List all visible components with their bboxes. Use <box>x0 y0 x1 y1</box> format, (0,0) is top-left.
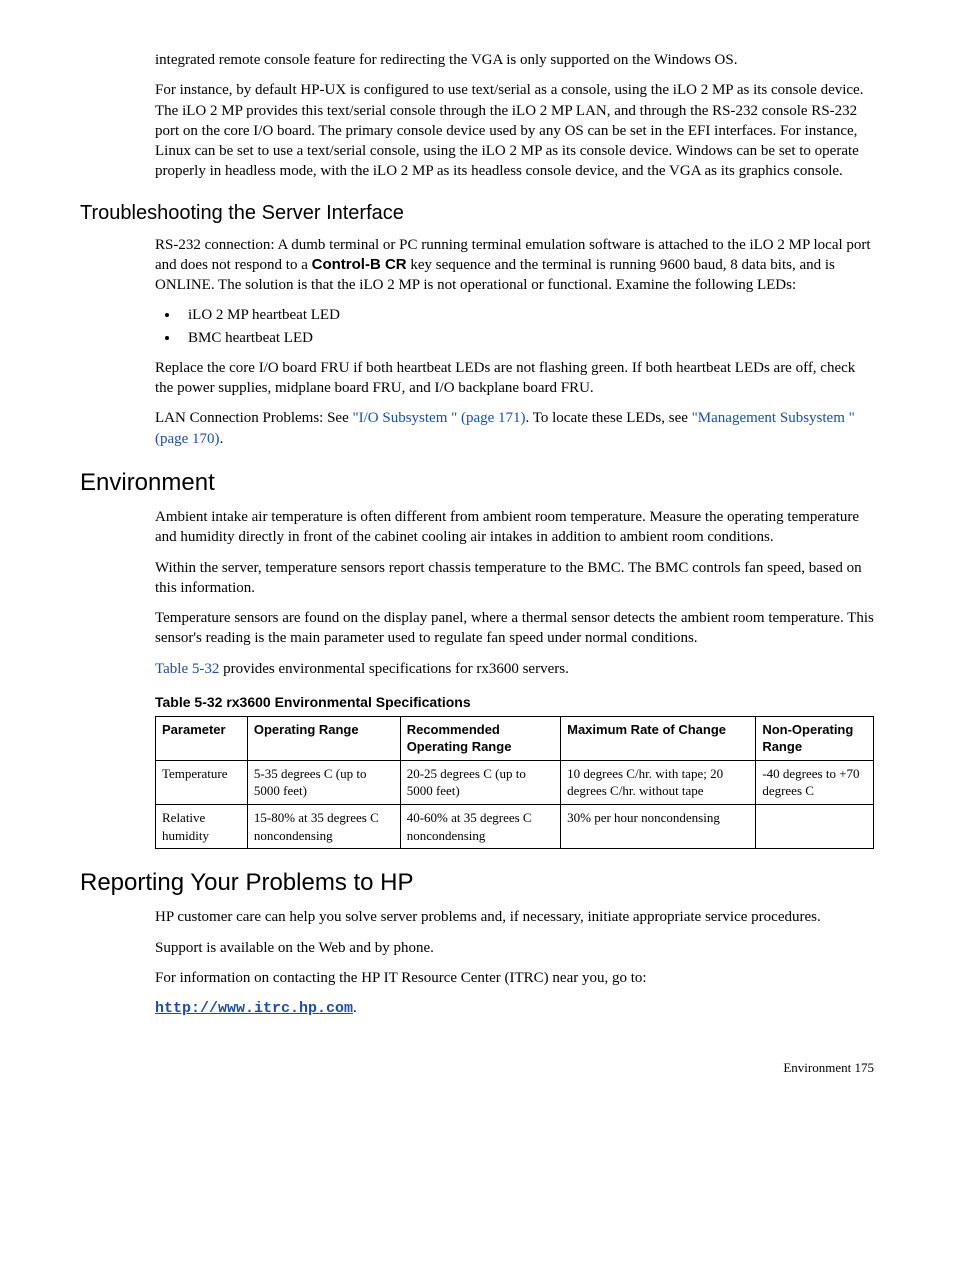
trouble-paragraph-1: RS-232 connection: A dumb terminal or PC… <box>155 235 874 296</box>
control-b-cr-bold: Control-B CR <box>312 256 407 273</box>
cell-max-rate: 30% per hour noncondensing <box>561 804 756 848</box>
table-row: Temperature 5-35 degrees C (up to 5000 f… <box>156 760 874 804</box>
th-operating-range: Operating Range <box>247 716 400 760</box>
env-paragraph-3: Temperature sensors are found on the dis… <box>155 608 874 649</box>
cell-max-rate: 10 degrees C/hr. with tape; 20 degrees C… <box>561 760 756 804</box>
th-non-operating-range: Non-Operating Range <box>756 716 874 760</box>
led-list: iLO 2 MP heartbeat LED BMC heartbeat LED <box>80 305 874 348</box>
cell-rec-range: 20-25 degrees C (up to 5000 feet) <box>400 760 560 804</box>
report-paragraph-2: Support is available on the Web and by p… <box>155 938 874 958</box>
page-footer: Environment 175 <box>80 1059 874 1077</box>
cell-op-range: 5-35 degrees C (up to 5000 feet) <box>247 760 400 804</box>
intro-paragraph-2: For instance, by default HP-UX is config… <box>155 80 874 181</box>
env-paragraph-2: Within the server, temperature sensors r… <box>155 558 874 599</box>
trouble-paragraph-3: LAN Connection Problems: See "I/O Subsys… <box>155 408 874 449</box>
list-item: BMC heartbeat LED <box>180 328 874 348</box>
th-recommended-range: Recommended Operating Range <box>400 716 560 760</box>
table-caption: Table 5-32 rx3600 Environmental Specific… <box>155 693 874 712</box>
report-link-line: http://www.itrc.hp.com. <box>155 998 874 1019</box>
heading-environment: Environment <box>80 467 874 499</box>
table-header-row: Parameter Operating Range Recommended Op… <box>156 716 874 760</box>
cell-param: Relative humidity <box>156 804 248 848</box>
env-spec-table: Parameter Operating Range Recommended Op… <box>155 716 874 849</box>
list-item: iLO 2 MP heartbeat LED <box>180 305 874 325</box>
table-row: Relative humidity 15-80% at 35 degrees C… <box>156 804 874 848</box>
trouble-text-3b: . To locate these LEDs, see <box>526 410 692 426</box>
env-paragraph-4: Table 5-32 provides environmental specif… <box>155 659 874 679</box>
cell-param: Temperature <box>156 760 248 804</box>
env-paragraph-1: Ambient intake air temperature is often … <box>155 507 874 548</box>
cell-non-op <box>756 804 874 848</box>
trouble-text-3c: . <box>220 431 224 447</box>
trouble-text-3a: LAN Connection Problems: See <box>155 410 352 426</box>
cell-op-range: 15-80% at 35 degrees C noncondensing <box>247 804 400 848</box>
report-paragraph-1: HP customer care can help you solve serv… <box>155 907 874 927</box>
heading-reporting: Reporting Your Problems to HP <box>80 867 874 899</box>
link-io-subsystem[interactable]: "I/O Subsystem " (page 171) <box>352 410 525 426</box>
cell-non-op: -40 degrees to +70 degrees C <box>756 760 874 804</box>
report-link-period: . <box>353 1000 357 1016</box>
cell-rec-range: 40-60% at 35 degrees C noncondensing <box>400 804 560 848</box>
report-paragraph-3: For information on contacting the HP IT … <box>155 968 874 988</box>
heading-troubleshooting: Troubleshooting the Server Interface <box>80 200 874 227</box>
intro-paragraph-1: integrated remote console feature for re… <box>155 50 874 70</box>
link-itrc-url[interactable]: http://www.itrc.hp.com <box>155 1000 353 1017</box>
env-text-4b: provides environmental specifications fo… <box>219 661 568 677</box>
link-table-5-32[interactable]: Table 5-32 <box>155 661 219 677</box>
th-parameter: Parameter <box>156 716 248 760</box>
th-max-rate-change: Maximum Rate of Change <box>561 716 756 760</box>
trouble-paragraph-2: Replace the core I/O board FRU if both h… <box>155 358 874 399</box>
